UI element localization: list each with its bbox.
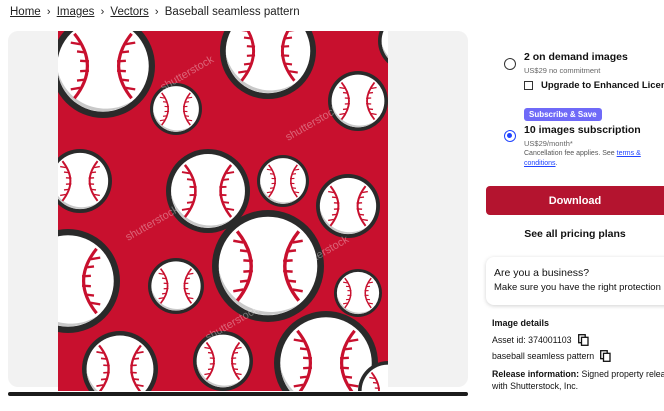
see-all-pricing-link[interactable]: See all pricing plans [486,228,664,240]
chevron-right-icon: › [100,6,105,18]
asset-id: Asset id: 374001103 [492,335,572,345]
breadcrumb-images-link[interactable]: Images [57,6,95,18]
breadcrumb: Home › Images › Vectors › Baseball seaml… [10,3,300,21]
breadcrumb-current: Baseball seamless pattern [164,6,300,18]
enhanced-license-label[interactable]: Upgrade to Enhanced License [541,80,664,91]
breadcrumb-vectors-link[interactable]: Vectors [110,6,148,18]
release-information: Release information: Signed property rel… [492,368,664,392]
subscription-title: 10 images subscription [524,124,641,136]
baseball-graphic [315,173,381,239]
baseball-graphic [327,70,388,132]
release-label: Release information: [492,369,580,379]
on-demand-price: US$29 no commitment [524,66,601,75]
copy-icon[interactable] [577,334,589,346]
cancellation-note-end: . [555,160,558,167]
on-demand-title: 2 on demand images [524,51,628,63]
keyword-text: baseball seamless pattern [492,351,595,361]
subscribe-save-badge: Subscribe & Save [524,108,602,121]
business-title: Are you a business? [494,267,590,279]
baseball-pattern-image: shutterstockshutterstockshutterstockshut… [58,31,388,391]
cancellation-note-text: Cancellation fee applies. See [524,150,617,157]
release-text: Signed property release [581,369,664,379]
purchase-panel: 2 on demand images US$29 no commitment U… [486,0,664,411]
subscription-price: US$29/month* [524,139,573,148]
baseball-graphic [333,268,383,318]
cancellation-note: Cancellation fee applies. See terms & co… [524,149,654,169]
chevron-right-icon: › [154,6,159,18]
subscription-radio[interactable] [504,130,516,142]
business-card[interactable]: Are you a business? Make sure you have t… [486,257,664,305]
on-demand-radio[interactable] [504,58,516,70]
chevron-right-icon: › [46,6,51,18]
copy-icon[interactable] [600,350,611,362]
download-button[interactable]: Download [486,186,664,215]
image-details-heading: Image details [492,318,550,328]
breadcrumb-home-link[interactable]: Home [10,6,41,18]
preview-image[interactable]: shutterstock shutterstock shutterstock shut… [58,31,388,391]
business-subtitle: Make sure you have the right protection [494,282,661,293]
baseball-graphic [256,154,310,208]
baseball-graphic [192,330,254,391]
horizontal-scrollbar[interactable] [8,392,468,396]
enhanced-license-checkbox[interactable] [524,81,533,90]
release-line2: with Shutterstock, Inc. [492,381,579,391]
baseball-graphic [147,257,205,315]
baseball-graphic [149,82,203,136]
